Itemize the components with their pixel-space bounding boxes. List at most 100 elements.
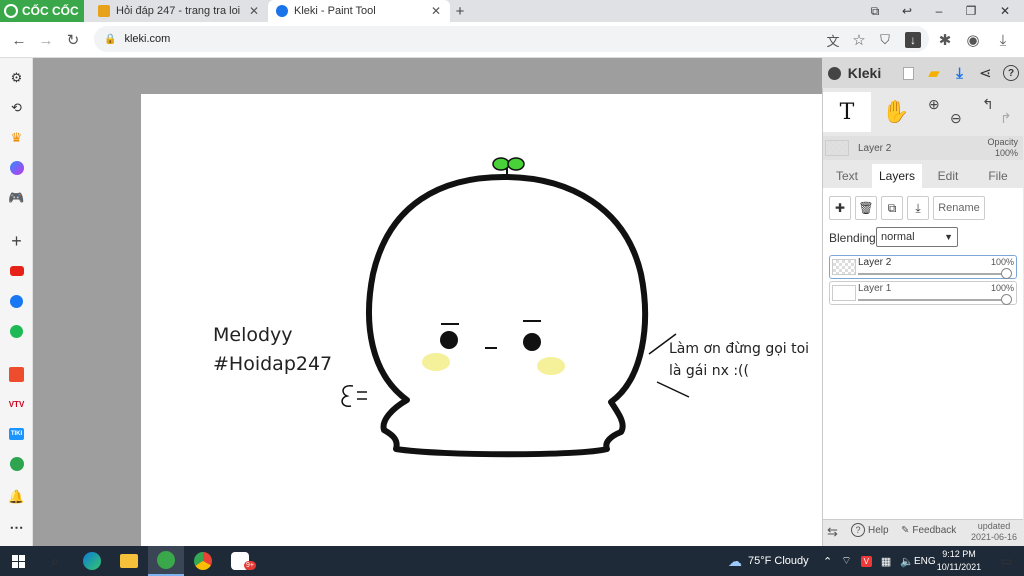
coccoc-taskbar-icon[interactable]: [148, 546, 184, 576]
shield-icon[interactable]: ⛉: [872, 27, 898, 53]
address-bar[interactable]: 🔒 kleki.com: [94, 26, 929, 52]
blending-select[interactable]: normal ▼: [876, 227, 958, 247]
layer-name: Layer 1: [858, 283, 892, 294]
layer-row[interactable]: Layer 2 100%: [829, 255, 1017, 279]
crown-icon[interactable]: ♛: [0, 127, 33, 149]
add-layer-icon[interactable]: ✚: [829, 196, 851, 220]
delete-layer-icon[interactable]: 🗑: [855, 196, 877, 220]
current-layer-thumb: [825, 140, 849, 156]
speech-text-2: là gái nx :((: [669, 363, 749, 379]
volume-icon[interactable]: 🔈: [900, 555, 914, 568]
downloads-icon[interactable]: ⤓: [990, 27, 1016, 53]
back-small-icon[interactable]: ↩: [890, 0, 924, 22]
minimize-icon[interactable]: –: [922, 0, 956, 22]
spotify-icon[interactable]: [0, 320, 33, 342]
tab-file[interactable]: File: [974, 164, 1022, 188]
rename-button[interactable]: Rename: [933, 196, 985, 220]
close-window-icon[interactable]: ✕: [988, 0, 1022, 22]
facebook-icon[interactable]: [0, 290, 33, 312]
feedback-button[interactable]: ✎ Feedback: [901, 525, 956, 536]
layer-thumb: [832, 285, 856, 301]
settings-icon[interactable]: ⚙: [0, 67, 33, 89]
back-icon[interactable]: ←: [6, 27, 32, 53]
extensions-icon[interactable]: ✱: [932, 27, 958, 53]
tab-edit[interactable]: Edit: [923, 164, 973, 188]
speech-text-1: Làm ơn đừng gọi toi: [669, 341, 809, 357]
help-icon: ?: [851, 523, 865, 537]
vtv-icon[interactable]: VTV: [0, 393, 33, 415]
screenshot-icon[interactable]: ⧉: [858, 0, 892, 22]
notification-center-icon[interactable]: ▭: [988, 546, 1024, 576]
url-text: kleki.com: [124, 33, 171, 45]
layer-opacity-track: [858, 299, 1006, 301]
undo-icon[interactable]: ↰: [982, 96, 994, 113]
tab-title: Kleki - Paint Tool: [294, 5, 376, 17]
edge-icon[interactable]: [74, 546, 110, 576]
tab-hoidap[interactable]: Hỏi đáp 247 - trang tra loi ✕: [90, 0, 268, 22]
steam-puff: [341, 385, 354, 407]
hand-tool-icon[interactable]: ✋: [872, 92, 920, 132]
chrome-icon[interactable]: [185, 546, 221, 576]
zalo-icon[interactable]: 9+: [222, 546, 258, 576]
youtube-icon[interactable]: [0, 260, 33, 282]
share-icon[interactable]: ⋖: [972, 58, 998, 88]
close-icon[interactable]: ✕: [248, 4, 260, 18]
forward-icon[interactable]: →: [33, 27, 59, 53]
wifi-icon[interactable]: ⌔: [841, 554, 851, 568]
blending-label: Blending: [829, 231, 876, 245]
windows-start-icon[interactable]: [0, 546, 36, 576]
reload-icon[interactable]: ↻: [60, 27, 86, 53]
swap-icon[interactable]: ⇆: [827, 524, 838, 540]
history-icon[interactable]: ⟲: [0, 97, 33, 119]
app-tray-icon[interactable]: ▦: [881, 555, 891, 568]
kleki-topbar: Kleki ▰ ⤓ ⋖ ?: [822, 58, 1024, 88]
tab-kleki[interactable]: Kleki - Paint Tool ✕: [268, 0, 450, 22]
new-file-icon[interactable]: [895, 58, 921, 88]
drawing-canvas[interactable]: Melodyy #Hoidap247 Làm ơn đừng gọi toi l…: [141, 94, 822, 546]
cloud-icon: ☁: [728, 552, 742, 569]
tab-layers[interactable]: Layers: [872, 164, 922, 188]
feedback-label: Feedback: [912, 525, 957, 536]
tiki-icon[interactable]: TIKI: [0, 423, 33, 445]
help-circle-icon[interactable]: ?: [998, 58, 1024, 88]
open-folder-icon[interactable]: ▰: [921, 58, 947, 88]
messenger-icon[interactable]: [0, 157, 33, 179]
layer-row[interactable]: Layer 1 100%: [829, 281, 1017, 305]
star-icon[interactable]: ☆: [846, 27, 872, 53]
tab-text[interactable]: Text: [823, 164, 871, 188]
vivaldi-icon[interactable]: V: [860, 555, 872, 567]
download-arrow-icon[interactable]: ↓: [900, 27, 926, 53]
zoom-in-icon[interactable]: ⊕: [928, 96, 940, 113]
duplicate-layer-icon[interactable]: ⧉: [881, 196, 903, 220]
layer-name: Layer 2: [858, 257, 892, 268]
text-tool-button[interactable]: T: [823, 92, 871, 132]
close-icon[interactable]: ✕: [430, 4, 442, 18]
game-icon[interactable]: 🎮: [0, 187, 33, 209]
bell-icon[interactable]: 🔔: [0, 486, 33, 508]
add-icon[interactable]: +: [0, 230, 33, 252]
shopee-icon[interactable]: [0, 363, 33, 385]
tab-title: Hỏi đáp 247 - trang tra loi: [116, 5, 241, 17]
kleki-favicon-icon: [276, 5, 288, 17]
file-explorer-icon[interactable]: [111, 546, 147, 576]
layer-opacity-slider[interactable]: [1001, 268, 1012, 279]
football-icon[interactable]: [0, 453, 33, 475]
restore-icon[interactable]: ❐: [954, 0, 988, 22]
merge-layer-icon[interactable]: ⤓: [907, 196, 929, 220]
clock-date[interactable]: 10/11/2021: [932, 562, 986, 572]
help-label: Help: [868, 524, 889, 536]
profile-icon[interactable]: ◉: [960, 27, 986, 53]
help-button[interactable]: ? Help: [851, 523, 889, 537]
new-tab-icon[interactable]: +: [452, 0, 468, 22]
translate-icon[interactable]: 文: [820, 27, 846, 53]
weather-widget[interactable]: ☁ 75°F Cloudy: [728, 546, 809, 576]
layer-opacity-slider[interactable]: [1001, 294, 1012, 305]
chevron-up-icon[interactable]: ⌃: [823, 555, 832, 568]
save-download-icon[interactable]: ⤓: [947, 58, 973, 88]
zoom-out-icon[interactable]: ⊖: [950, 110, 962, 127]
search-icon[interactable]: ⌕: [37, 546, 73, 576]
redo-icon[interactable]: ↱: [1000, 110, 1012, 127]
clock-time[interactable]: 9:12 PM: [936, 549, 982, 559]
coccoc-brand[interactable]: CỐC CỐC: [0, 0, 84, 22]
more-icon[interactable]: ⋯: [0, 516, 33, 538]
